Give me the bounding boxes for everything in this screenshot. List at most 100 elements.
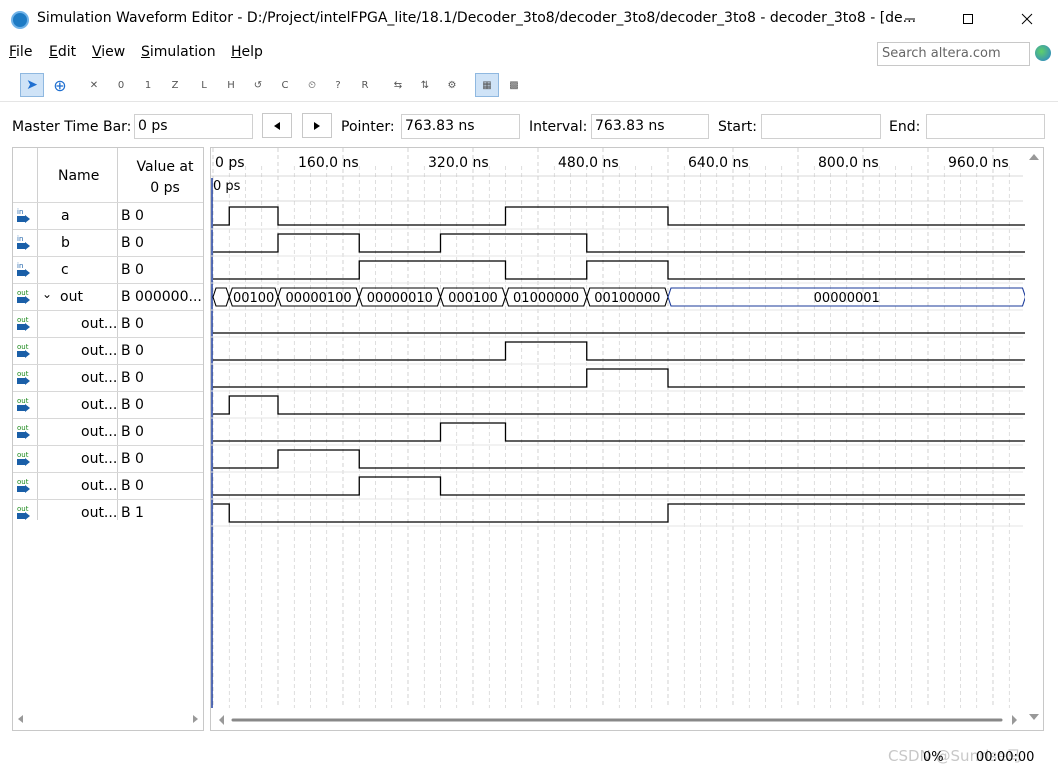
bus-value-label: 00100000 <box>594 291 660 306</box>
weak-high-icon[interactable]: H <box>219 73 243 97</box>
time-tick-label: 640.0 ns <box>688 155 749 171</box>
waveform-panel[interactable]: 0 ps 160.0 ns 320.0 ns 480.0 ns 640.0 ns 800.… <box>210 147 1044 731</box>
signal-name: out <box>60 289 83 305</box>
minimize-button[interactable] <box>881 0 939 38</box>
menu-edit[interactable]: Edit <box>49 44 76 60</box>
count-value-icon[interactable]: C <box>273 73 297 97</box>
horizontal-scrollbar[interactable] <box>13 708 203 730</box>
bus-value-label: 00000100 <box>286 291 352 306</box>
clock-icon[interactable]: ⏲ <box>300 73 324 97</box>
sort-icon[interactable]: ⇅ <box>413 73 437 97</box>
menu-view[interactable]: View <box>92 44 125 60</box>
svg-text:out: out <box>17 289 29 297</box>
bus-icon[interactable]: ▦ <box>475 73 499 97</box>
high-impedance-icon[interactable]: Z <box>163 73 187 97</box>
signal-row[interactable]: out out... B 0 <box>13 310 203 337</box>
pointer-field[interactable]: 763.83 ns <box>401 114 520 139</box>
output-pin-icon: out <box>16 424 34 440</box>
end-label: End: <box>889 119 921 135</box>
bus-value-label: 00100 <box>233 291 274 306</box>
menu-simulation[interactable]: Simulation <box>141 44 216 60</box>
signal-row[interactable]: in b B 0 <box>13 229 203 256</box>
snap-to-grid-icon[interactable]: ⇆ <box>386 73 410 97</box>
close-icon <box>1021 13 1033 25</box>
previous-transition-button[interactable] <box>262 113 292 138</box>
random-value-icon[interactable]: R <box>353 73 377 97</box>
interval-field[interactable]: 763.83 ns <box>591 114 709 139</box>
arbitrary-value-icon[interactable]: ? <box>326 73 350 97</box>
group-icon[interactable]: ▩ <box>502 73 526 97</box>
search-input[interactable]: Search altera.com <box>877 42 1030 66</box>
signal-waveform <box>213 260 1026 280</box>
svg-text:in: in <box>17 235 23 243</box>
selection-tool-icon[interactable]: ➤ <box>20 73 44 97</box>
bus-value-label: 00000001 <box>814 291 880 306</box>
scroll-right-icon <box>1012 715 1017 725</box>
signal-row[interactable]: out out... B 0 <box>13 445 203 472</box>
svg-text:out: out <box>17 424 29 432</box>
end-field[interactable] <box>926 114 1045 139</box>
signal-row[interactable]: out out... B 0 <box>13 391 203 418</box>
signal-value: B 0 <box>121 316 144 332</box>
output-pin-icon: out <box>16 478 34 494</box>
forcing-low-icon[interactable]: 0 <box>109 73 133 97</box>
svg-text:out: out <box>17 397 29 405</box>
scroll-left-icon <box>219 715 224 725</box>
signal-value: B 0 <box>121 397 144 413</box>
output-pin-icon: out <box>16 370 34 386</box>
zoom-tool-icon[interactable]: ⊕ <box>48 73 72 97</box>
weak-low-icon[interactable]: L <box>192 73 216 97</box>
waveform-canvas[interactable]: 0 ps 160.0 ns 320.0 ns 480.0 ns 640.0 ns 800.… <box>211 148 1043 730</box>
signal-name: b <box>61 235 70 251</box>
next-transition-button[interactable] <box>302 113 332 138</box>
menu-help[interactable]: Help <box>231 44 263 60</box>
master-time-bar-label: Master Time Bar: <box>12 119 132 135</box>
close-button[interactable] <box>998 0 1056 38</box>
start-field[interactable] <box>761 114 881 139</box>
minimize-icon <box>905 18 915 20</box>
signal-row[interactable]: out out... B 0 <box>13 364 203 391</box>
signal-row[interactable]: in a B 0 <box>13 202 203 229</box>
signal-name: out... <box>81 343 118 359</box>
input-pin-icon: in <box>16 208 34 224</box>
signal-waveform <box>213 476 1026 496</box>
output-pin-icon: out <box>16 505 34 521</box>
uninitialized-icon[interactable]: ✕ <box>82 73 106 97</box>
start-label: Start: <box>718 119 757 135</box>
globe-icon[interactable] <box>1035 45 1051 61</box>
svg-text:out: out <box>17 343 29 351</box>
menu-file[interactable]: File <box>9 44 32 60</box>
output-pin-icon: out <box>16 343 34 359</box>
input-pin-icon: in <box>16 262 34 278</box>
scroll-left-icon <box>18 715 23 723</box>
svg-text:out: out <box>17 451 29 459</box>
title-bar: Simulation Waveform Editor - D:/Project/… <box>0 0 1058 38</box>
signal-value: B 0 <box>121 235 144 251</box>
name-column-header[interactable]: Name <box>58 168 99 184</box>
signal-row[interactable]: out out... B 1 <box>13 499 203 526</box>
value-column-header[interactable]: Value at 0 ps <box>127 157 203 199</box>
window-title: Simulation Waveform Editor - D:/Project/… <box>37 10 917 26</box>
settings-icon[interactable]: ⚙ <box>440 73 464 97</box>
master-time-bar-field[interactable]: 0 ps <box>134 114 253 139</box>
time-controls: Master Time Bar: 0 ps Pointer: 763.83 ns… <box>0 110 1058 144</box>
signal-row[interactable]: out ⌄ out B 000000... <box>13 283 203 310</box>
maximize-button[interactable] <box>939 0 997 38</box>
pointer-label: Pointer: <box>341 119 395 135</box>
time-tick-label: 800.0 ns <box>818 155 879 171</box>
progress-text: 0% <box>923 750 944 765</box>
vertical-scrollbar <box>1025 148 1043 730</box>
signal-row[interactable]: out out... B 0 <box>13 337 203 364</box>
maximize-icon <box>963 14 973 24</box>
signal-row[interactable]: out out... B 0 <box>13 418 203 445</box>
bus-segment <box>212 287 230 307</box>
signal-value: B 0 <box>121 343 144 359</box>
invert-icon[interactable]: ↺ <box>246 73 270 97</box>
forcing-high-icon[interactable]: 1 <box>136 73 160 97</box>
signal-name: c <box>61 262 69 278</box>
svg-text:in: in <box>17 208 23 216</box>
output-pin-icon: out <box>16 289 34 305</box>
signal-row[interactable]: in c B 0 <box>13 256 203 283</box>
expand-chevron-icon[interactable]: ⌄ <box>42 287 52 301</box>
signal-row[interactable]: out out... B 0 <box>13 472 203 499</box>
